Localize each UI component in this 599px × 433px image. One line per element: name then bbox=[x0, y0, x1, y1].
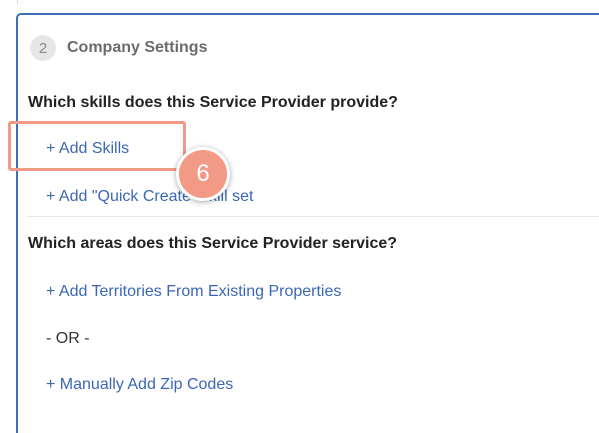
areas-question: Which areas does this Service Provider s… bbox=[28, 235, 398, 252]
company-settings-panel: 2 Company Settings Which skills does thi… bbox=[16, 13, 599, 433]
previous-section-edge bbox=[17, 0, 18, 4]
step-callout-badge: 6 bbox=[176, 147, 230, 201]
add-territories-link[interactable]: + Add Territories From Existing Properti… bbox=[46, 283, 341, 301]
top-edge bbox=[0, 0, 599, 4]
add-skills-highlight-box bbox=[8, 121, 186, 171]
step-number-badge: 2 bbox=[30, 35, 56, 61]
or-separator: - OR - bbox=[46, 330, 90, 347]
add-zip-codes-link[interactable]: + Manually Add Zip Codes bbox=[46, 376, 233, 394]
step-title: Company Settings bbox=[67, 39, 208, 56]
skills-question: Which skills does this Service Provider … bbox=[28, 94, 398, 111]
step-header: 2 Company Settings bbox=[30, 35, 207, 61]
section-divider bbox=[27, 216, 599, 217]
